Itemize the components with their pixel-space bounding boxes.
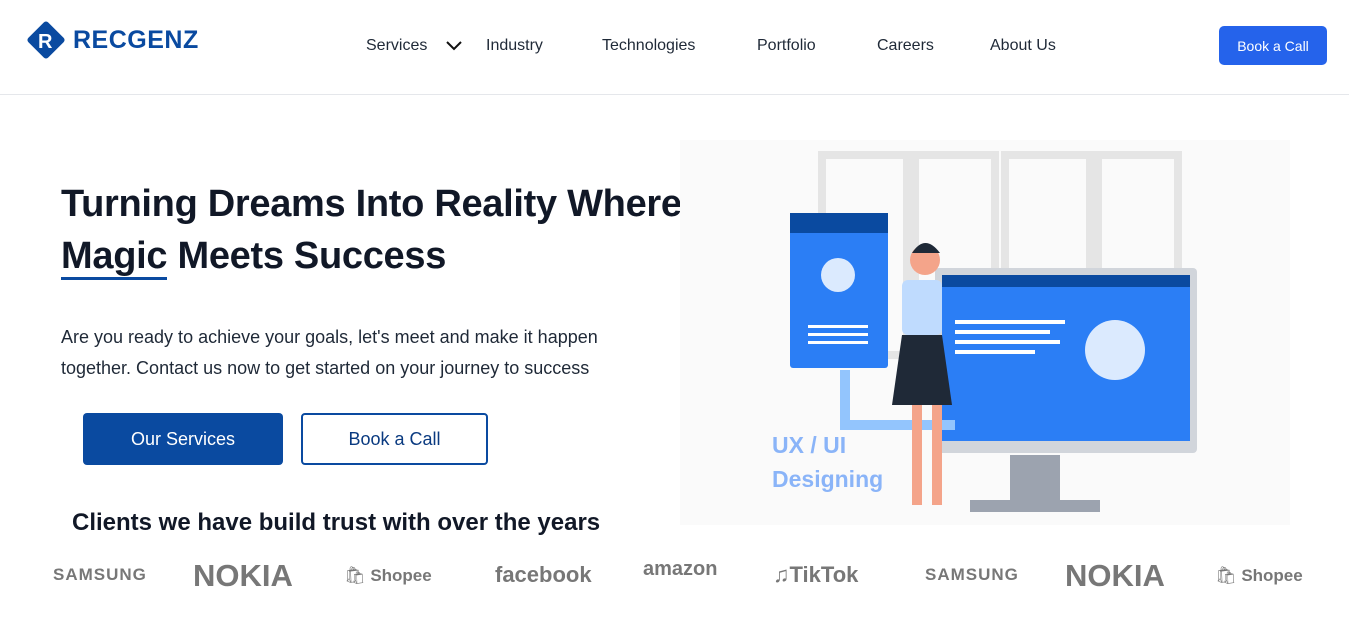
logo-facebook: facebook <box>495 562 592 587</box>
nav-careers[interactable]: Careers <box>877 37 934 55</box>
brand-name: RECGENZ <box>73 25 199 54</box>
logo-tiktok-text: TikTok <box>789 562 859 587</box>
header: R RECGENZ Services Industry Technologies… <box>0 0 1349 95</box>
logo-samsung-2: SAMSUNG <box>925 565 1019 584</box>
logo-shopee-text-2: Shopee <box>1241 566 1303 585</box>
book-call-button[interactable]: Book a Call <box>301 413 488 465</box>
logo-amazon: amazon <box>643 558 718 580</box>
nav-services[interactable]: Services <box>366 37 427 55</box>
nav-portfolio[interactable]: Portfolio <box>757 37 816 55</box>
illustration-label-ux-ui: UX / UI <box>772 432 847 458</box>
logo-nokia: NOKIA <box>193 558 293 593</box>
chevron-down-icon[interactable] <box>445 40 463 52</box>
logo-shopee-text: Shopee <box>370 566 432 585</box>
logo-shopee: 🛍 Shopee <box>344 566 432 585</box>
our-services-button[interactable]: Our Services <box>83 413 283 465</box>
logo-shopee-2: 🛍 Shopee <box>1215 566 1303 585</box>
nav-industry[interactable]: Industry <box>486 37 543 55</box>
title-rest: Meets Success <box>167 235 447 277</box>
illustration-label-designing: Designing <box>772 466 884 492</box>
logo-icon: R <box>27 21 65 59</box>
logo-samsung: SAMSUNG <box>53 565 147 584</box>
hero-description: Are you ready to achieve your goals, let… <box>61 327 598 378</box>
title-line1: Turning Dreams Into Reality Where <box>61 183 682 225</box>
logo[interactable]: R RECGENZ <box>25 19 199 61</box>
nav-technologies[interactable]: Technologies <box>602 37 695 55</box>
logo-nokia-2: NOKIA <box>1065 558 1165 593</box>
logo-tiktok: ♫TikTok <box>773 562 859 587</box>
header-book-call-button[interactable]: Book a Call <box>1219 26 1327 65</box>
title-underlined-word: Magic <box>61 235 168 280</box>
clients-heading: Clients we have build trust with over th… <box>72 509 601 536</box>
svg-text:R: R <box>38 31 53 53</box>
hero-title: Turning Dreams Into Reality Where Magic M… <box>61 178 701 282</box>
nav-about-us[interactable]: About Us <box>990 37 1056 55</box>
